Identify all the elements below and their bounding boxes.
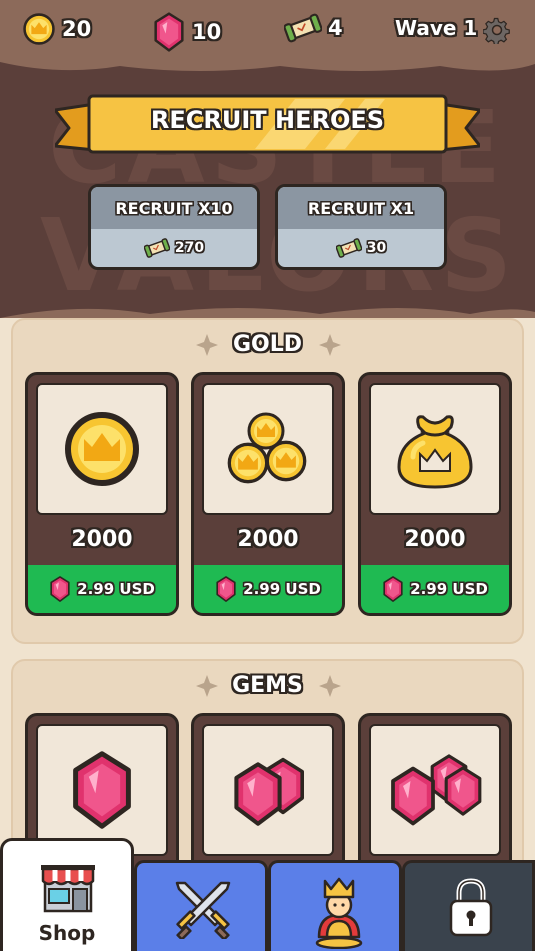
gold-pack-large[interactable]: 2000 2.99 USD <box>358 372 512 616</box>
recruit-x10-cost: 270 <box>174 240 205 256</box>
gem-icon <box>152 12 186 52</box>
item-image <box>369 383 501 515</box>
gold-counter: 20 <box>22 12 91 46</box>
recruit-x1-label: RECRUIT X1 <box>278 187 444 229</box>
gem-icon <box>382 575 404 603</box>
recruit-title: RECRUIT HEROES <box>150 106 385 134</box>
gear-icon[interactable] <box>483 16 511 44</box>
price-label: 2.99 USD <box>243 580 321 598</box>
price-label: 2.99 USD <box>410 580 488 598</box>
shop-icon <box>41 865 95 913</box>
gold-coins-stack-icon <box>227 412 307 484</box>
recruit-x10-button[interactable]: RECRUIT X10 270 <box>88 184 260 270</box>
nav-tab-heroes[interactable] <box>268 860 402 951</box>
gold-count: 20 <box>62 17 92 41</box>
wave-label: Wave 1 <box>395 16 478 40</box>
lock-icon <box>449 878 493 937</box>
ticket-icon <box>336 237 362 259</box>
ticket-icon <box>284 12 322 44</box>
gem-counter: 10 <box>152 12 221 52</box>
gems-section-title: GEMS <box>232 673 303 698</box>
gold-pack-small[interactable]: 2000 2.99 USD <box>25 372 179 616</box>
item-amount: 2000 <box>237 527 299 552</box>
ticket-counter: 4 <box>284 12 343 44</box>
sparkle-icon <box>319 675 341 697</box>
gold-pack-medium[interactable]: 2000 2.99 USD <box>191 372 345 616</box>
shop-label: Shop <box>38 921 96 945</box>
gold-section: GOLD 2000 2.99 USD 2000 2.99 USD 2000 2.… <box>11 318 524 644</box>
gems-pair-icon <box>223 757 305 832</box>
recruit-x1-cost: 30 <box>366 240 387 256</box>
buy-button[interactable]: 2.99 USD <box>361 565 509 613</box>
price-label: 2.99 USD <box>77 580 155 598</box>
gold-coin-icon <box>62 409 142 489</box>
nav-tab-shop[interactable]: Shop <box>0 838 134 951</box>
gold-bag-icon <box>397 415 473 489</box>
ticket-count: 4 <box>328 16 343 40</box>
item-image <box>202 724 334 856</box>
gem-icon <box>69 750 135 830</box>
ticket-icon <box>144 237 170 259</box>
sparkle-icon <box>319 334 341 356</box>
gold-coin-icon <box>22 12 56 46</box>
gem-count: 10 <box>192 20 222 44</box>
crossed-swords-icon <box>175 881 231 939</box>
gem-icon <box>49 575 71 603</box>
gems-pile-icon <box>391 754 482 826</box>
king-hero-icon <box>315 877 363 949</box>
item-amount: 2000 <box>404 527 466 552</box>
recruit-x10-label: RECRUIT X10 <box>91 187 257 229</box>
item-image <box>36 383 168 515</box>
resource-bar: 20 10 4 Wave 1 <box>0 0 535 62</box>
item-image <box>36 724 168 856</box>
buy-button[interactable]: 2.99 USD <box>28 565 176 613</box>
nav-tab-battle[interactable] <box>134 860 268 951</box>
buy-button[interactable]: 2.99 USD <box>194 565 342 613</box>
recruit-x1-button[interactable]: RECRUIT X1 30 <box>275 184 447 270</box>
item-amount: 2000 <box>71 527 133 552</box>
gold-section-title: GOLD <box>232 332 303 357</box>
item-image <box>202 383 334 515</box>
gem-icon <box>215 575 237 603</box>
item-image <box>369 724 501 856</box>
nav-tab-locked[interactable] <box>402 860 535 951</box>
recruit-panel: CASTLE VALORS RECRUIT HEROES RECRUIT X10… <box>0 62 535 318</box>
